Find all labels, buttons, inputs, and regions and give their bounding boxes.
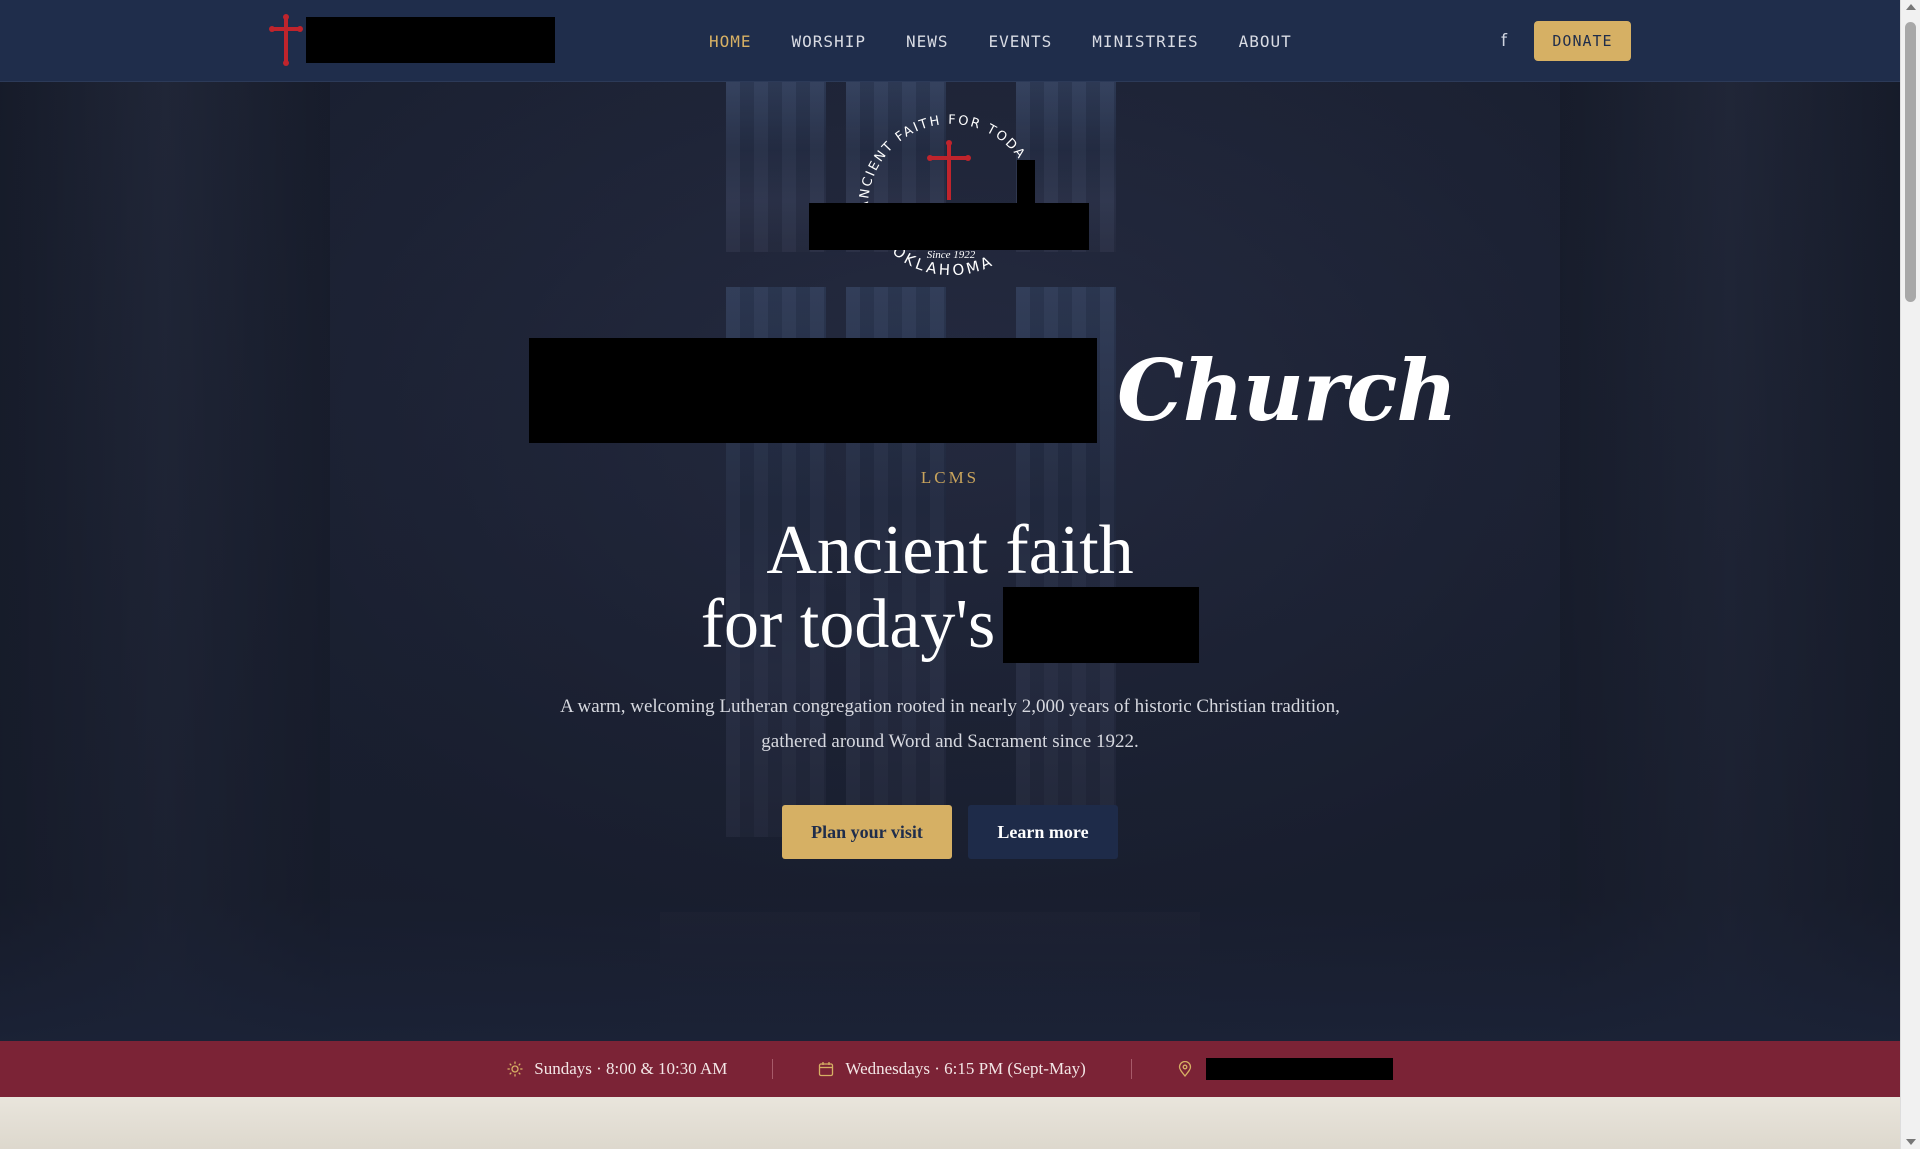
emblem-arc-text: ANCIENT FAITH FOR TODAY'S [806,110,1026,210]
plan-visit-button[interactable]: Plan your visit [782,805,952,859]
scrollbar-thumb[interactable] [1905,22,1916,302]
emblem-name-redacted [809,203,1089,250]
hero-headline: Ancient faith for today's [0,515,1900,663]
calendar-icon [819,1062,834,1077]
strip-divider [1130,1059,1132,1079]
affiliation-label: LCMS [920,468,980,487]
address-redacted [1205,1058,1393,1080]
nav-events[interactable]: EVENTS [989,32,1053,51]
church-name-redacted [529,338,1097,443]
page-scrollbar[interactable] [1900,0,1920,1149]
hero-subtitle: A warm, welcoming Lutheran congregation … [560,696,1340,752]
church-title: Church [529,338,1457,443]
sun-icon [507,1061,523,1077]
title-church-word: Church [1117,341,1457,440]
cross-logo-icon [269,14,303,66]
emblem-arc-redacted [1017,160,1035,205]
map-pin-icon [1178,1061,1191,1077]
donate-button[interactable]: DONATE [1534,21,1631,61]
nav-worship[interactable]: WORSHIP [792,32,866,51]
nav-news[interactable]: NEWS [906,32,949,51]
emblem-since: Since 1922 [927,249,976,261]
headline-line-1: Ancient faith [766,512,1134,589]
service-times-strip: Sundays · 8:00 & 10:30 AM Wednesdays · 6… [0,1041,1900,1097]
next-section-preview [0,1097,1900,1149]
church-emblem: ANCIENT FAITH FOR TODAY'S Since 1922 OKL… [806,110,1028,279]
nav-home[interactable]: HOME [709,32,752,51]
headline-line-2-text: for today's [700,586,996,663]
svg-text:ANCIENT FAITH FOR TODAY'S: ANCIENT FAITH FOR TODAY'S [806,110,1028,210]
emblem-cross-icon [927,140,971,200]
scroll-down-arrow-icon[interactable] [1906,1139,1916,1145]
nav-ministries[interactable]: MINISTRIES [1092,32,1198,51]
sunday-service-text: Sundays · 8:00 & 10:30 AM [534,1059,728,1078]
top-navbar: HOME WORSHIP NEWS EVENTS MINISTRIES ABOU… [0,0,1900,82]
headline-redacted-word [1003,587,1200,663]
headline-line-2: for today's [0,587,1900,663]
nav-about[interactable]: ABOUT [1239,32,1292,51]
site-name-redacted [306,17,555,63]
location[interactable] [1177,1058,1393,1080]
main-nav: HOME WORSHIP NEWS EVENTS MINISTRIES ABOU… [709,0,1332,82]
wednesday-service: Wednesdays · 6:15 PM (Sept-May) [818,1059,1086,1079]
scroll-up-arrow-icon[interactable] [1906,4,1916,10]
sunday-service: Sundays · 8:00 & 10:30 AM [507,1059,727,1079]
wednesday-service-text: Wednesdays · 6:15 PM (Sept-May) [845,1059,1086,1078]
site-logo[interactable] [268,14,555,66]
facebook-icon[interactable]: f [1497,31,1511,51]
strip-divider [772,1059,774,1079]
learn-more-button[interactable]: Learn more [968,805,1118,859]
